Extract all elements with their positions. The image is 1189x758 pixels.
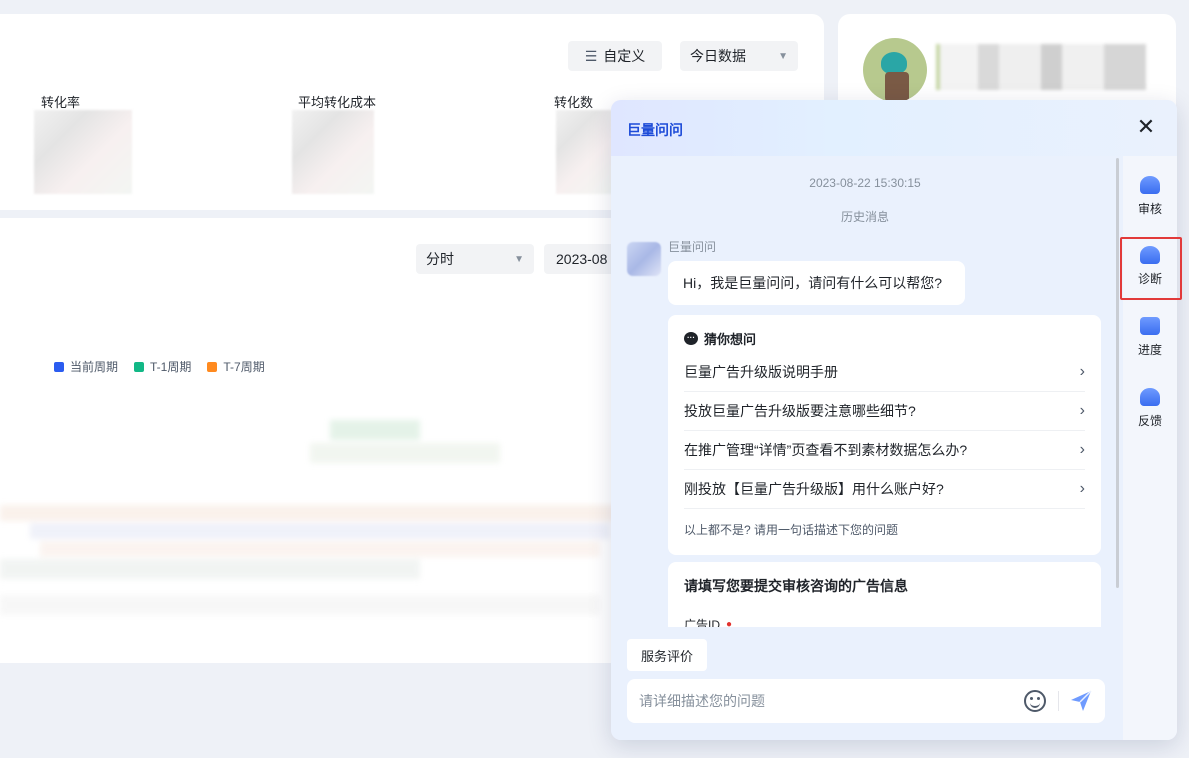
question-text: 刚投放【巨量广告升级版】用什么账户好? — [684, 481, 944, 497]
metric-value-redacted — [556, 110, 612, 194]
legend-label: T-1周期 — [150, 360, 192, 374]
chevron-right-icon: › — [1079, 480, 1085, 497]
form-title: 请填写您要提交审核咨询的广告信息 — [684, 578, 908, 594]
metric-label-avg-cost: 平均转化成本 — [298, 95, 377, 110]
legend-swatch — [207, 361, 218, 372]
avatar[interactable] — [863, 38, 927, 102]
chat-header: 巨量问问 ✕ — [611, 100, 1177, 156]
greeting-bubble: Hi，我是巨量问问，请问有什么可以帮您? — [668, 261, 965, 305]
input-divider — [1058, 691, 1059, 711]
message-timestamp: 2023-08-22 15:30:15 — [809, 176, 921, 190]
data-range-select[interactable]: 今日数据 ▼ — [680, 41, 798, 71]
date-value: 2023-08 — [556, 251, 608, 267]
message-input-box — [627, 679, 1105, 723]
avatar-body — [885, 72, 909, 102]
legend-item-current[interactable]: 当前周期 — [54, 358, 118, 375]
feedback-icon — [1140, 388, 1160, 406]
chat-messages: 2023-08-22 15:30:15 历史消息 巨量问问 Hi，我是巨量问问，… — [611, 156, 1119, 642]
rail-label: 审核 — [1137, 202, 1162, 216]
account-name-redacted — [936, 44, 1146, 90]
send-icon[interactable] — [1069, 689, 1093, 713]
chevron-right-icon: › — [1079, 441, 1085, 458]
rail-item-progress[interactable]: 进度 — [1123, 317, 1177, 358]
question-item[interactable]: 在推广管理“详情”页查看不到素材数据怎么办? › — [684, 431, 1085, 470]
legend-item-t7[interactable]: T-7周期 — [207, 358, 265, 375]
customize-label: 自定义 — [603, 48, 646, 64]
trend-chart-redacted — [0, 420, 620, 615]
question-text: 巨量广告升级版说明手册 — [684, 364, 838, 380]
legend-swatch — [134, 361, 145, 372]
question-item[interactable]: 巨量广告升级版说明手册 › — [684, 353, 1085, 392]
legend-label: 当前周期 — [70, 360, 119, 374]
suggested-title: ··· 猜你想问 — [684, 329, 1085, 347]
chat-panel: 巨量问问 ✕ 2023-08-22 15:30:15 历史消息 巨量问问 Hi，… — [611, 100, 1177, 740]
chat-title: 巨量问问 — [627, 122, 683, 138]
interval-select[interactable]: 分时 ▼ — [416, 244, 534, 274]
chat-bubble-icon: ··· — [684, 331, 698, 345]
question-list: 巨量广告升级版说明手册 › 投放巨量广告升级版要注意哪些细节? › 在推广管理“… — [684, 353, 1085, 509]
legend-swatch — [54, 361, 64, 372]
greeting-text: Hi，我是巨量问问，请问有什么可以帮您? — [683, 275, 943, 291]
data-range-value: 今日数据 — [690, 48, 746, 64]
question-text: 在推广管理“详情”页查看不到素材数据怎么办? — [684, 442, 968, 458]
highlight-box — [1120, 237, 1182, 300]
question-item[interactable]: 投放巨量广告升级版要注意哪些细节? › — [684, 392, 1085, 431]
metric-label-conversions: 转化数 — [554, 95, 594, 110]
rail-label: 反馈 — [1137, 414, 1162, 428]
emoji-icon[interactable] — [1024, 690, 1046, 712]
avatar-head — [881, 52, 907, 74]
service-rating-button[interactable]: 服务评价 — [627, 639, 707, 671]
service-rating-label: 服务评价 — [640, 648, 693, 664]
legend-label: T-7周期 — [223, 360, 265, 374]
rail-label: 进度 — [1137, 343, 1162, 357]
chevron-right-icon: › — [1079, 363, 1085, 380]
chevron-right-icon: › — [1079, 402, 1085, 419]
suggested-questions-card: ··· 猜你想问 巨量广告升级版说明手册 › 投放巨量广告升级版要注意哪些细节?… — [668, 315, 1101, 555]
legend-item-t1[interactable]: T-1周期 — [134, 358, 191, 375]
customize-button[interactable]: ☰ 自定义 — [568, 41, 662, 71]
chat-scrollbar[interactable] — [1116, 158, 1119, 588]
history-link[interactable]: 历史消息 — [611, 208, 1119, 225]
metric-value-redacted — [34, 110, 132, 194]
question-text: 投放巨量广告升级版要注意哪些细节? — [684, 403, 916, 419]
bot-name: 巨量问问 — [668, 240, 717, 254]
rail-item-feedback[interactable]: 反馈 — [1123, 388, 1177, 429]
chart-legend: 当前周期 T-1周期 T-7周期 — [54, 358, 265, 375]
chevron-down-icon: ▼ — [778, 50, 788, 62]
review-icon — [1140, 176, 1160, 194]
metric-value-redacted — [292, 110, 374, 194]
questions-hint: 以上都不是? 请用一句话描述下您的问题 — [684, 523, 899, 537]
progress-icon — [1140, 317, 1160, 335]
rail-item-review[interactable]: 审核 — [1123, 176, 1177, 217]
bot-avatar — [627, 242, 661, 276]
suggested-title-text: 猜你想问 — [704, 331, 757, 347]
close-icon[interactable]: ✕ — [1135, 116, 1157, 138]
message-input[interactable] — [639, 693, 1024, 709]
interval-value: 分时 — [426, 251, 454, 267]
metric-label-conversion-rate: 转化率 — [41, 95, 81, 110]
question-item[interactable]: 刚投放【巨量广告升级版】用什么账户好? › — [684, 470, 1085, 509]
list-icon: ☰ — [584, 47, 598, 64]
chevron-down-icon: ▼ — [514, 253, 524, 265]
